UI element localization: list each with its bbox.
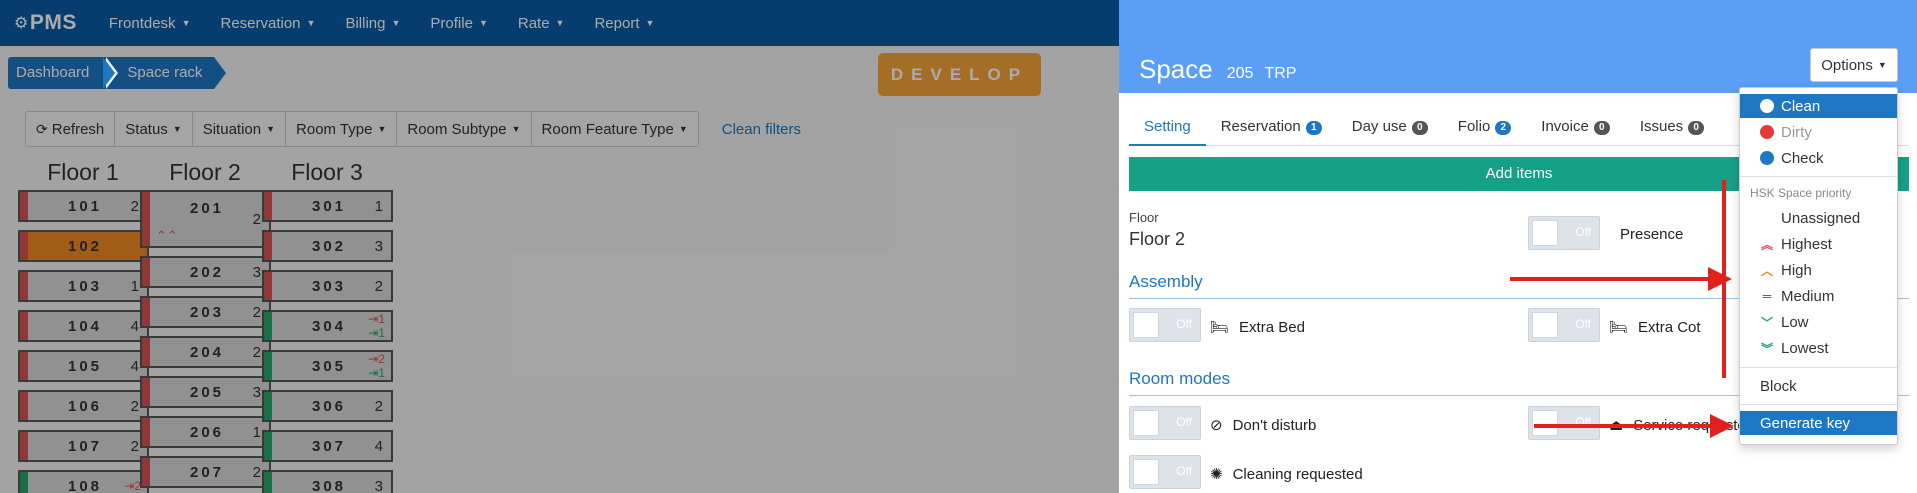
floor-field-label: Floor [1129, 210, 1159, 225]
toggle-knob [1532, 410, 1558, 436]
menu-divider [1740, 176, 1897, 177]
space-type: TRP [1264, 65, 1297, 82]
count-badge: 0 [1411, 121, 1428, 135]
menu-item-label: Clean [1781, 97, 1821, 115]
menu-item-label: High [1781, 261, 1812, 279]
toggle-state: Off [1176, 317, 1192, 331]
dirty-status-dot-icon [1760, 125, 1774, 139]
tab-day-use[interactable]: Day use 0 [1337, 113, 1443, 146]
options-button[interactable]: Options ▼ [1810, 48, 1898, 82]
equals-icon: ═ [1762, 289, 1772, 303]
modal-backdrop[interactable] [0, 0, 1119, 493]
toggle-knob [1532, 312, 1558, 338]
tab-setting[interactable]: Setting [1129, 113, 1206, 146]
toggle-state: Off [1176, 415, 1192, 429]
option-text: Cleaning requested [1232, 465, 1363, 483]
menu-divider [1740, 367, 1897, 368]
menu-item-generate-key[interactable]: Generate key [1740, 411, 1897, 435]
toggle-knob [1532, 220, 1558, 246]
toggle-state: Off [1575, 225, 1591, 239]
space-number: 205 [1226, 65, 1254, 82]
chevron-up-icon: ︿ [1760, 263, 1773, 278]
clean-status-dot-icon [1760, 99, 1774, 113]
tab-label: Invoice [1541, 118, 1589, 135]
menu-item-check[interactable]: Check [1740, 146, 1897, 170]
count-badge: 2 [1495, 121, 1512, 135]
menu-item-block[interactable]: Block [1740, 374, 1897, 398]
menu-item-label: Highest [1781, 235, 1832, 253]
menu-item-priority-lowest[interactable]: ︾ Lowest [1740, 336, 1897, 360]
extra-cot-toggle[interactable]: Off [1528, 308, 1600, 342]
toggle-knob [1133, 459, 1159, 485]
option-text: Presence [1620, 226, 1684, 243]
cleaning-icon: ✺ [1210, 466, 1223, 483]
cleaning-requested-toggle[interactable]: Off [1129, 455, 1201, 489]
toggle-state: Off [1176, 464, 1192, 478]
tab-reservation[interactable]: Reservation 1 [1206, 113, 1337, 146]
menu-item-label: Generate key [1760, 414, 1851, 432]
menu-item-priority-medium[interactable]: ═ Medium [1740, 284, 1897, 308]
count-badge: 1 [1305, 121, 1322, 135]
dont-disturb-label: ⊘ Don't disturb [1210, 416, 1317, 435]
check-status-dot-icon [1760, 151, 1774, 165]
toggle-knob [1133, 312, 1159, 338]
tab-issues[interactable]: Issues 0 [1625, 113, 1719, 146]
option-text: Extra Cot [1638, 318, 1701, 336]
menu-item-label: Lowest [1781, 339, 1829, 357]
bed-icon: 🛏 [1609, 319, 1629, 336]
tab-label: Setting [1144, 118, 1191, 135]
menu-item-label: Dirty [1781, 123, 1812, 141]
priority-section-header: HSK Space priority [1750, 186, 1852, 200]
extra-bed-toggle[interactable]: Off [1129, 308, 1201, 342]
menu-item-priority-unassigned[interactable]: Unassigned [1740, 206, 1897, 230]
tab-label: Folio [1457, 118, 1491, 135]
tab-label: Issues [1639, 118, 1684, 135]
option-text: Don't disturb [1232, 416, 1317, 434]
tab-invoice[interactable]: Invoice 0 [1526, 113, 1625, 146]
annotation-arrowhead-icon [1708, 267, 1732, 291]
caret-down-icon: ▼ [1877, 60, 1887, 70]
panel-title-text: Space [1139, 54, 1213, 84]
extra-cot-label: 🛏 Extra Cot [1609, 318, 1701, 337]
double-chevron-up-icon: ︽ [1760, 237, 1773, 252]
prohibited-icon: ⊘ [1210, 417, 1223, 434]
count-badge: 0 [1688, 121, 1705, 135]
annotation-arrow-shaft [1534, 424, 1714, 428]
menu-item-clean[interactable]: Clean [1740, 94, 1897, 118]
menu-divider [1740, 404, 1897, 405]
tab-label: Day use [1351, 118, 1407, 135]
tab-label: Reservation [1220, 118, 1301, 135]
double-chevron-down-icon: ︾ [1760, 341, 1773, 356]
service-requested-toggle[interactable]: Off [1528, 406, 1600, 440]
menu-item-label: Medium [1781, 287, 1835, 305]
annotation-arrow-shaft [1510, 277, 1712, 281]
menu-item-priority-high[interactable]: ︿ High [1740, 258, 1897, 282]
toggle-knob [1133, 410, 1159, 436]
presence-toggle[interactable]: Off [1528, 216, 1600, 250]
annotation-arrowhead-icon [1710, 414, 1734, 438]
count-badge: 0 [1593, 121, 1610, 135]
options-label: Options [1821, 56, 1873, 74]
presence-label: Presence [1620, 226, 1683, 243]
chevron-down-icon: ﹀ [1760, 315, 1773, 330]
menu-item-label: Block [1760, 377, 1797, 395]
toggle-state: Off [1575, 317, 1591, 331]
tab-folio[interactable]: Folio 2 [1443, 113, 1527, 146]
extra-bed-label: 🛏 Extra Bed [1210, 318, 1305, 337]
bed-icon: 🛏 [1210, 319, 1230, 336]
panel-title: Space 205 TRP [1139, 54, 1296, 85]
menu-item-priority-low[interactable]: ﹀ Low [1740, 310, 1897, 334]
menu-item-dirty[interactable]: Dirty [1740, 120, 1897, 144]
floor-field-value: Floor 2 [1129, 229, 1186, 249]
panel-header: Space 205 TRP Options ▼ [1119, 0, 1917, 93]
option-text: Extra Bed [1239, 318, 1305, 336]
menu-item-label: Unassigned [1781, 209, 1861, 227]
dont-disturb-toggle[interactable]: Off [1129, 406, 1201, 440]
options-dropdown-menu: Clean Dirty Check HSK Space priority Una… [1739, 87, 1898, 445]
menu-item-label: Check [1781, 149, 1824, 167]
menu-item-label: Low [1781, 313, 1809, 331]
cleaning-requested-label: ✺ Cleaning requested [1210, 465, 1363, 484]
menu-item-priority-highest[interactable]: ︽ Highest [1740, 232, 1897, 256]
